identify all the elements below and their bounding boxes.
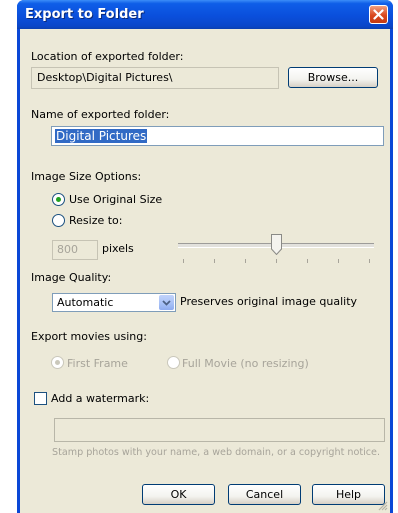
resize-to-radio[interactable] (52, 214, 65, 227)
close-button[interactable] (369, 5, 388, 24)
use-original-radio[interactable] (52, 193, 65, 206)
slider-tick (369, 259, 370, 263)
first-frame-label: First Frame (67, 357, 128, 370)
slider-tick (245, 259, 246, 263)
full-movie-label: Full Movie (no resizing) (182, 357, 309, 370)
slider-tick (307, 259, 308, 263)
first-frame-radio[interactable] (51, 356, 64, 369)
quality-description: Preserves original image quality (180, 295, 358, 308)
export-dialog: Export to Folder Location of exported fo… (17, 0, 393, 513)
pixel-size-input[interactable]: 800 (52, 240, 98, 260)
dialog-body: Location of exported folder: Desktop\Dig… (20, 29, 390, 513)
folder-name-input[interactable]: Digital Pictures (51, 126, 384, 146)
image-quality-label: Image Quality: (31, 271, 112, 284)
slider-thumb[interactable] (271, 234, 282, 255)
full-movie-radio[interactable] (167, 356, 180, 369)
export-movies-label: Export movies using: (31, 330, 147, 343)
folder-name-label: Name of exported folder: (31, 108, 170, 121)
image-quality-select[interactable]: Automatic (52, 293, 176, 312)
use-original-label[interactable]: Use Original Size (69, 193, 162, 206)
watermark-label[interactable]: Add a watermark: (51, 392, 149, 405)
watermark-hint: Stamp photos with your name, a web domai… (52, 447, 381, 458)
cancel-button[interactable]: Cancel (228, 484, 301, 505)
image-quality-value: Automatic (57, 296, 114, 309)
watermark-checkbox[interactable] (34, 392, 47, 405)
chevron-down-icon (162, 300, 171, 306)
pixel-size-value: 800 (57, 243, 78, 256)
browse-button[interactable]: Browse... (288, 67, 378, 88)
slider-tick (338, 259, 339, 263)
slider-tick (214, 259, 215, 263)
title-bar[interactable]: Export to Folder (17, 0, 393, 29)
location-path-field: Desktop\Digital Pictures\ (31, 67, 279, 89)
pixels-label: pixels (102, 242, 134, 255)
location-path-text: Desktop\Digital Pictures\ (37, 71, 173, 84)
folder-name-value: Digital Pictures (55, 129, 148, 143)
resize-grip-icon[interactable] (377, 500, 388, 511)
ok-button[interactable]: OK (142, 484, 215, 505)
dialog-title: Export to Folder (25, 7, 144, 22)
help-button[interactable]: Help (312, 484, 385, 505)
close-icon (373, 9, 384, 20)
size-slider[interactable] (178, 233, 376, 269)
slider-tick (276, 259, 277, 263)
location-label: Location of exported folder: (31, 50, 184, 63)
resize-to-label[interactable]: Resize to: (69, 214, 123, 227)
watermark-text-input[interactable] (54, 418, 385, 442)
image-size-label: Image Size Options: (31, 170, 142, 183)
dropdown-arrow-button[interactable] (159, 295, 174, 310)
slider-tick (183, 259, 184, 263)
